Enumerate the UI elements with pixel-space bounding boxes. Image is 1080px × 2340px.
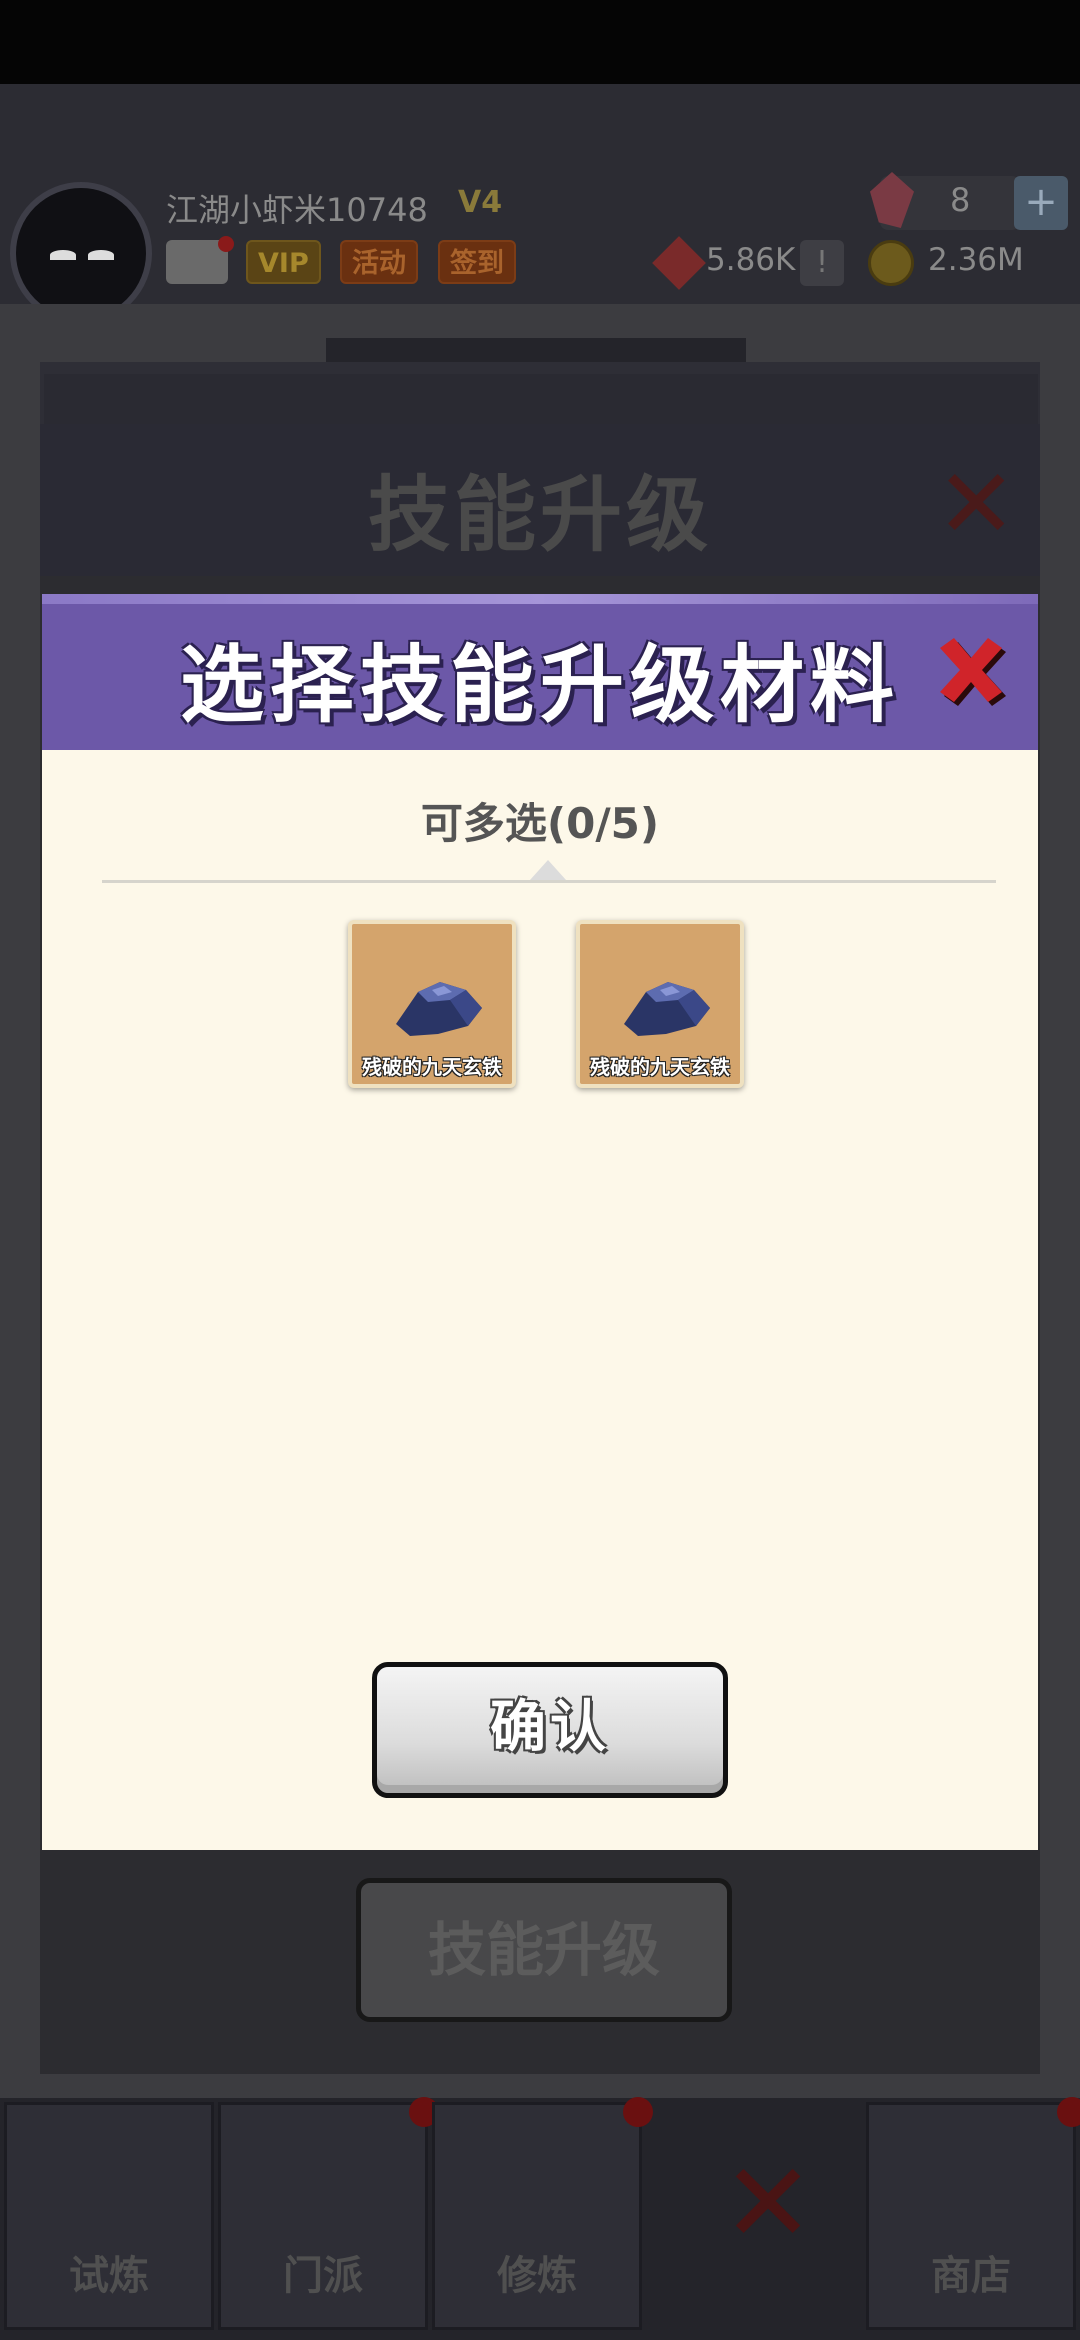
vip-button[interactable]: VIP [246,240,321,284]
vip-level-badge: V4 [458,185,503,220]
multi-select-counter: 可多选(0/5) [420,799,660,848]
nav-item-shop[interactable]: 商店 [866,2097,1080,2330]
add-gems-button[interactable]: + [1014,176,1068,230]
token-info-button[interactable]: ! [800,240,844,286]
iron-ore-icon [624,982,710,1036]
notification-dot [1057,2097,1080,2127]
nav-label: 门派 [283,2253,363,2299]
signin-button[interactable]: 签到 [438,240,516,284]
activity-button[interactable]: 活动 [340,240,418,284]
avatar[interactable] [10,182,152,324]
skill-upgrade-title: 技能升级 [367,468,712,563]
modal-title: 选择技能升级材料 [179,636,900,734]
material-name: 残破的九天玄铁 [362,1055,502,1079]
notification-dot [623,2097,653,2127]
nav-label: 修炼 [497,2253,577,2299]
nav-label: 试炼 [69,2253,149,2299]
skill-upgrade-button[interactable]: 技能升级 [356,1878,732,2022]
material-item[interactable]: 残破的九天玄铁 [576,920,744,1088]
nav-item-sect[interactable]: 门派 [218,2097,439,2330]
notification-dot [218,236,234,252]
close-icon[interactable] [930,630,1012,712]
nav-item-trial[interactable]: 试炼 [4,2102,214,2330]
coin-icon [868,240,914,286]
skill-panel-close-icon[interactable]: ✕ [936,456,1016,552]
modal-header-highlight [42,594,1038,604]
token-value: 5.86K [706,242,796,278]
material-item[interactable]: 残破的九天玄铁 [348,920,516,1088]
gem-count: 8 [950,181,971,219]
coin-value: 2.36M [928,242,1024,278]
status-bar [0,0,1080,84]
nav-item-cultivate[interactable]: 修炼 [432,2097,653,2330]
confirm-button[interactable]: 确认 [372,1662,728,1798]
nav-label: 商店 [931,2253,1011,2299]
iron-ore-icon [396,982,482,1036]
nav-close-icon[interactable]: ✕ [722,2148,814,2258]
divider-notch [530,860,566,880]
material-name: 残破的九天玄铁 [590,1055,730,1079]
username: 江湖小虾米10748 [166,191,428,229]
divider [102,880,996,883]
